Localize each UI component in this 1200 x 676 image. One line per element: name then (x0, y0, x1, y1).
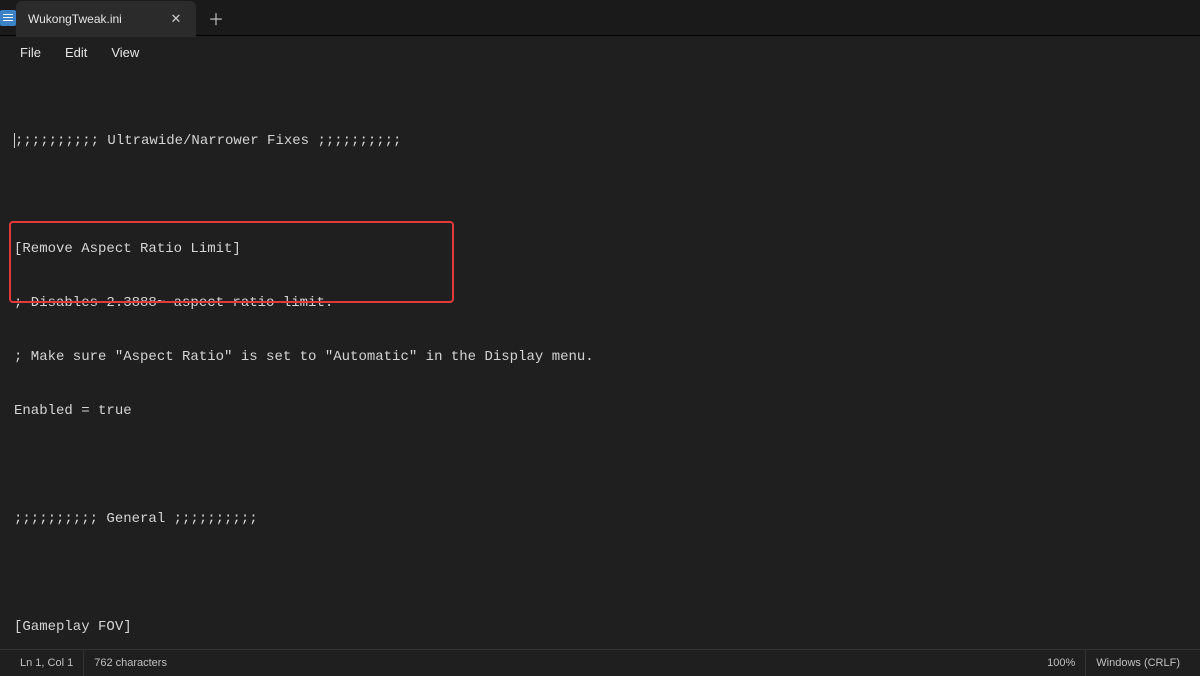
close-icon[interactable]: ✕ (168, 11, 184, 27)
titlebar: WukongTweak.ini ✕ ＋ (0, 0, 1200, 36)
text-line: Enabled = true (14, 402, 1186, 420)
status-char-count[interactable]: 762 characters (84, 650, 177, 676)
tab-title: WukongTweak.ini (28, 12, 168, 26)
menu-file[interactable]: File (8, 41, 53, 64)
menu-edit[interactable]: Edit (53, 41, 99, 64)
status-position[interactable]: Ln 1, Col 1 (10, 650, 84, 676)
highlight-annotation (9, 221, 454, 303)
tab-active[interactable]: WukongTweak.ini ✕ (16, 1, 196, 37)
statusbar: Ln 1, Col 1 762 characters 100% Windows … (0, 649, 1200, 675)
text-line: ; Make sure "Aspect Ratio" is set to "Au… (14, 348, 1186, 366)
status-zoom[interactable]: 100% (1037, 650, 1086, 676)
app-icon (0, 10, 16, 26)
menu-view[interactable]: View (99, 41, 151, 64)
menubar: File Edit View (0, 36, 1200, 68)
text-line: ;;;;;;;;;; Ultrawide/Narrower Fixes ;;;;… (14, 132, 1186, 150)
status-eol[interactable]: Windows (CRLF) (1086, 650, 1190, 676)
text-line: ; Disables 2.3888~ aspect ratio limit. (14, 294, 1186, 312)
new-tab-button[interactable]: ＋ (202, 4, 230, 32)
text-line: [Gameplay FOV] (14, 618, 1186, 636)
editor-area[interactable]: ;;;;;;;;;; Ultrawide/Narrower Fixes ;;;;… (0, 68, 1200, 649)
text-line: ;;;;;;;;;; General ;;;;;;;;;; (14, 510, 1186, 528)
text-line: [Remove Aspect Ratio Limit] (14, 240, 1186, 258)
